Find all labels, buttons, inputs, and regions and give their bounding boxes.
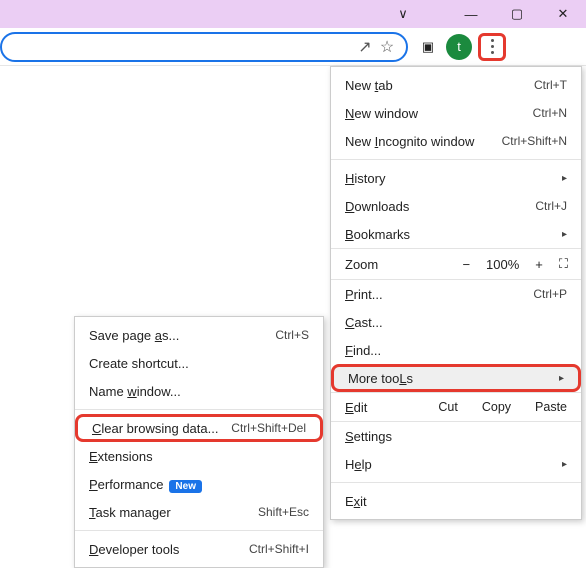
menu-item-exit[interactable]: Exit bbox=[331, 487, 581, 515]
sub-item-extensions[interactable]: Extensions bbox=[75, 442, 323, 470]
menu-item-zoom: Zoom − 100% + ⛶ bbox=[331, 248, 581, 280]
sub-item-developer-tools[interactable]: Developer tools Ctrl+Shift+I bbox=[75, 535, 323, 563]
menu-item-edit: Edit Cut Copy Paste bbox=[331, 392, 581, 422]
menu-item-help[interactable]: Help bbox=[331, 450, 581, 478]
separator bbox=[331, 159, 581, 160]
tab-dropdown-icon[interactable]: ∨ bbox=[380, 0, 426, 28]
menu-item-history[interactable]: History bbox=[331, 164, 581, 192]
close-button[interactable]: ✕ bbox=[540, 0, 586, 28]
edit-cut-button[interactable]: Cut bbox=[438, 400, 457, 414]
address-bar[interactable]: ↗ ☆ bbox=[0, 32, 408, 62]
share-icon[interactable]: ↗ bbox=[354, 36, 376, 58]
separator bbox=[331, 482, 581, 483]
zoom-label: Zoom bbox=[345, 257, 405, 272]
zoom-out-button[interactable]: − bbox=[462, 257, 470, 272]
window-titlebar: ∨ — ▢ ✕ bbox=[0, 0, 586, 28]
sub-item-save-page[interactable]: Save page as... Ctrl+S bbox=[75, 321, 323, 349]
menu-item-print[interactable]: Print... Ctrl+P bbox=[331, 280, 581, 308]
more-menu-button[interactable] bbox=[478, 33, 506, 61]
menu-item-bookmarks[interactable]: Bookmarks bbox=[331, 220, 581, 248]
maximize-button[interactable]: ▢ bbox=[494, 0, 540, 28]
edit-paste-button[interactable]: Paste bbox=[535, 400, 567, 414]
fullscreen-icon[interactable]: ⛶ bbox=[559, 256, 567, 272]
menu-item-find[interactable]: Find... bbox=[331, 336, 581, 364]
separator bbox=[75, 530, 323, 531]
menu-item-new-window[interactable]: New window Ctrl+N bbox=[331, 99, 581, 127]
edit-copy-button[interactable]: Copy bbox=[482, 400, 511, 414]
zoom-in-button[interactable]: + bbox=[535, 257, 543, 272]
bookmark-star-icon[interactable]: ☆ bbox=[376, 36, 398, 58]
menu-item-settings[interactable]: Settings bbox=[331, 422, 581, 450]
more-tools-submenu: Save page as... Ctrl+S Create shortcut..… bbox=[74, 316, 324, 568]
menu-item-new-tab[interactable]: New tab Ctrl+T bbox=[331, 71, 581, 99]
menu-item-downloads[interactable]: Downloads Ctrl+J bbox=[331, 192, 581, 220]
menu-item-cast[interactable]: Cast... bbox=[331, 308, 581, 336]
chrome-main-menu: New tab Ctrl+T New window Ctrl+N New Inc… bbox=[330, 66, 582, 520]
minimize-button[interactable]: — bbox=[448, 0, 494, 28]
side-panel-icon[interactable]: ▣ bbox=[416, 35, 440, 59]
separator bbox=[75, 409, 323, 410]
toolbar-actions: ▣ t bbox=[416, 33, 506, 61]
sub-item-name-window[interactable]: Name window... bbox=[75, 377, 323, 405]
sub-item-create-shortcut[interactable]: Create shortcut... bbox=[75, 349, 323, 377]
toolbar-row: ↗ ☆ ▣ t bbox=[0, 28, 586, 66]
zoom-value: 100% bbox=[486, 257, 519, 272]
new-badge: New bbox=[169, 480, 202, 493]
vertical-dots-icon bbox=[491, 39, 494, 54]
sub-item-clear-browsing-data[interactable]: Clear browsing data... Ctrl+Shift+Del bbox=[75, 414, 323, 442]
menu-item-more-tools[interactable]: More tooLs bbox=[331, 364, 581, 392]
sub-item-task-manager[interactable]: Task manager Shift+Esc bbox=[75, 498, 323, 526]
profile-avatar[interactable]: t bbox=[446, 34, 472, 60]
menu-item-new-incognito[interactable]: New Incognito window Ctrl+Shift+N bbox=[331, 127, 581, 155]
sub-item-performance[interactable]: PerformanceNew bbox=[75, 470, 323, 498]
